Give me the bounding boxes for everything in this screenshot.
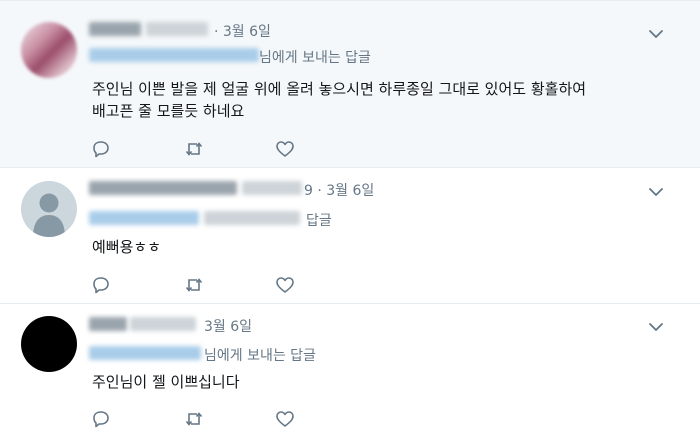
heart-icon[interactable] <box>275 275 295 295</box>
avatar[interactable] <box>21 22 77 78</box>
reply-to-label: 님에게 보내는 답글 <box>204 348 316 364</box>
tweet-text-line: 배고픈 줄 모를듯 하네요 <box>92 102 245 120</box>
tweet-text: 예뻐용ㅎㅎ <box>92 236 682 258</box>
display-name-redacted[interactable] <box>89 181 237 195</box>
display-name-redacted[interactable] <box>89 317 127 331</box>
tweet-text: 주인님 이쁜 발을 제 얼굴 위에 올려 놓으시면 하루종일 그대로 있어도 황… <box>92 78 682 122</box>
avatar[interactable] <box>21 316 77 372</box>
reply-icon[interactable] <box>91 275 111 295</box>
username-redacted <box>146 22 208 36</box>
tweet-text-line: 주인님이 젤 이쁘십니다 <box>92 373 240 391</box>
retweet-icon[interactable] <box>184 275 204 295</box>
tweet-text-line: 주인님 이쁜 발을 제 얼굴 위에 올려 놓으시면 하루종일 그대로 있어도 황… <box>92 80 587 98</box>
default-profile-icon <box>33 193 65 237</box>
tweet-text-line: 예뻐용ㅎㅎ <box>92 238 162 256</box>
retweet-icon[interactable] <box>184 409 204 429</box>
heart-icon[interactable] <box>275 139 295 159</box>
reply-to-label: 답글 <box>306 213 332 229</box>
reply-to-handle-redacted[interactable] <box>89 48 259 62</box>
reply-tweet[interactable]: 9 · 3월 6일 답글 예뻐용ㅎㅎ <box>0 168 700 304</box>
chevron-down-icon[interactable] <box>648 28 664 40</box>
reply-icon[interactable] <box>91 139 111 159</box>
retweet-icon[interactable] <box>184 139 204 159</box>
reply-to-handle-redacted[interactable] <box>89 346 201 360</box>
display-name-redacted[interactable] <box>89 22 141 36</box>
tweet-text: 주인님이 젤 이쁘십니다 <box>92 371 682 393</box>
reply-to-label: 님에게 보내는 답글 <box>259 50 371 66</box>
reply-to-label-redacted <box>204 211 300 225</box>
tweet-date[interactable]: · 3월 6일 <box>214 21 271 41</box>
reply-tweet[interactable]: · 3월 6일 님에게 보내는 답글 주인님 이쁜 발을 제 얼굴 위에 올려 … <box>0 0 700 168</box>
username-redacted <box>242 181 302 195</box>
heart-icon[interactable] <box>275 409 295 429</box>
avatar[interactable] <box>21 181 77 237</box>
reply-tweet[interactable]: 3월 6일 님에게 보내는 답글 주인님이 젤 이쁘십니다 <box>0 304 700 438</box>
tweet-date[interactable]: 9 · 3월 6일 <box>304 180 374 200</box>
username-redacted <box>130 317 196 331</box>
chevron-down-icon[interactable] <box>648 321 664 333</box>
reply-icon[interactable] <box>91 409 111 429</box>
reply-to-handle-redacted[interactable] <box>89 211 199 225</box>
chevron-down-icon[interactable] <box>648 186 664 198</box>
tweet-date[interactable]: 3월 6일 <box>204 316 252 336</box>
